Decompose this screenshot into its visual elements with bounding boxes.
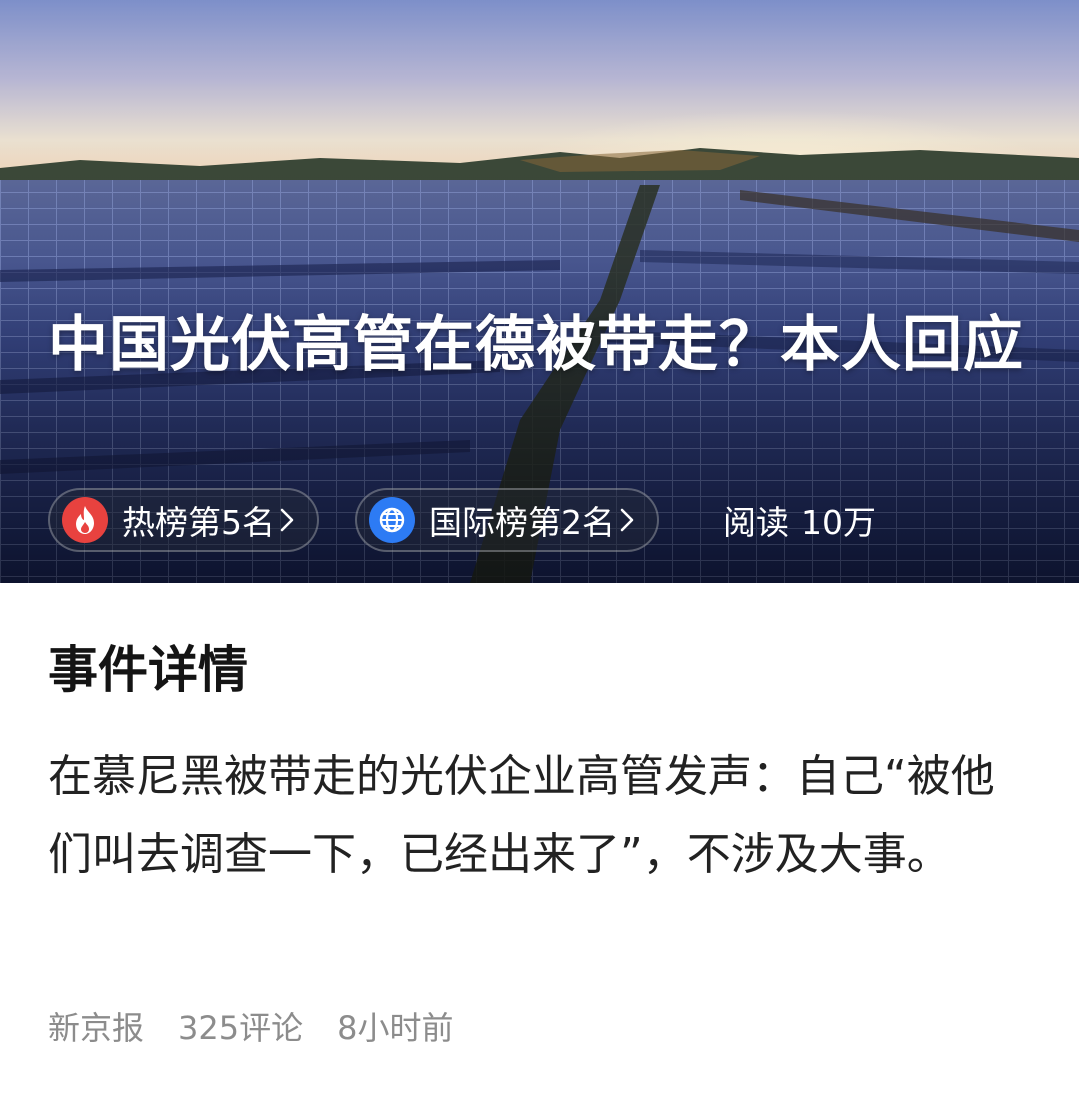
read-value: 10万 (801, 503, 876, 542)
read-label: 阅读 (723, 503, 789, 542)
chevron-right-icon (279, 507, 295, 533)
publish-time: 8小时前 (337, 1009, 454, 1047)
read-count: 阅读 10万 (723, 496, 876, 544)
news-source[interactable]: 新京报 (48, 1006, 144, 1050)
comment-count[interactable]: 325评论 (178, 1006, 303, 1050)
globe-icon (369, 497, 415, 543)
flame-icon (62, 497, 108, 543)
article-title[interactable]: 中国光伏高管在德被带走？本人回应 (48, 302, 1038, 388)
event-summary[interactable]: 在慕尼黑被带走的光伏企业高管发声：自己“被他们叫去调查一下，已经出来了”，不涉及… (48, 738, 1033, 894)
international-rank-badge[interactable]: 国际榜第2名 (355, 488, 659, 552)
international-rank-label: 国际榜第2名 (429, 503, 615, 542)
hero-banner: 中国光伏高管在德被带走？本人回应 热榜第5名 国际榜第2名 阅读 10万 (0, 0, 1079, 583)
chevron-right-icon (619, 507, 635, 533)
hot-rank-badge[interactable]: 热榜第5名 (48, 488, 319, 552)
section-heading: 事件详情 (48, 641, 248, 699)
article-meta: 新京报 325评论 8小时前 (48, 1006, 487, 1050)
ranking-badges: 热榜第5名 国际榜第2名 阅读 10万 (48, 487, 876, 553)
hot-rank-label: 热榜第5名 (122, 503, 275, 542)
